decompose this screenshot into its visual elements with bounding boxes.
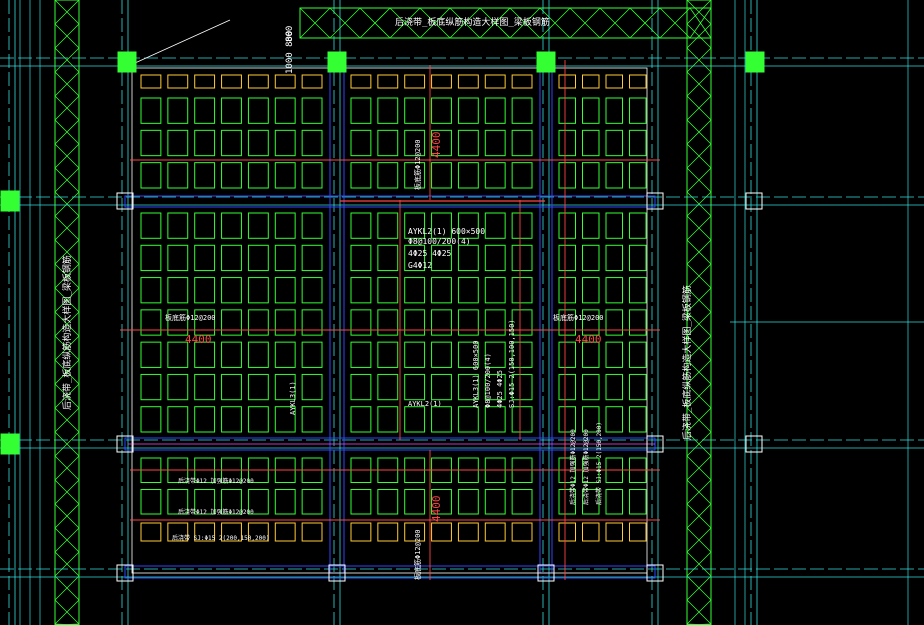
dim-4400-left: 4400 [185,333,212,346]
dim-4400-top: 4400 [430,132,443,159]
note-bottom-2: 后浇带Φ12 加强筋Φ12@200 [178,508,254,516]
slab-note-left: 板底筋Φ12@200 [165,313,216,322]
dim-4400-bottom: 4400 [430,496,443,523]
column[interactable] [117,51,137,73]
slab-note-right: 板底筋Φ12@200 [553,313,604,322]
note-bottom-3: 后浇带 SJ:Φ15 2(200,150,200) [172,534,269,542]
cad-drawing-canvas[interactable]: 后浇带_板底纵筋构造大样图_梁板钢筋 800 1000 800 后浇带_板底纵筋… [0,0,924,625]
beam-v-3: Φ8@100/200(4) [484,353,492,408]
note-right-2: 后浇带Φ12 加强筋Φ12@200 [582,429,590,505]
column[interactable] [327,51,347,73]
slab-note-top: 板底筋Φ12@200 [413,139,422,190]
column[interactable] [0,433,20,455]
top-band-label: 后浇带_板底纵筋构造大样图_梁板钢筋 [395,16,550,28]
beam-mid-label: AYKL2(1) [408,400,442,408]
beam-v-1: AYKL3(1) [289,381,297,415]
note-right-3: 后浇带 SJ:Φ15 2(150,200) [595,422,603,505]
note-right-1: 后浇带Φ12 加强筋Φ12@200 [569,429,577,505]
dim-4400-right: 4400 [575,333,602,346]
beam-v-2: AYKL3(1) 600×500 [472,341,480,408]
beam-note-4: G4Φ12 [408,261,432,270]
beam-note-2: Φ8@100/200(4) [408,237,471,246]
beam-v-4: 4Φ25 4Φ25 [496,370,504,408]
slab-note-bottom: 板底筋Φ12@200 [413,529,422,580]
column[interactable] [0,190,20,212]
column[interactable] [536,51,556,73]
beam-note-1: AYKL2(1) 600×500 [408,227,485,236]
canvas-background [0,0,924,625]
left-band-label: 后浇带_板底纵筋构造大样图_梁板钢筋 [61,255,73,410]
right-band-label: 后浇带_板底纵筋构造大样图_梁板钢筋 [681,285,693,440]
dimension-1000-800: 1000 800 [285,31,295,74]
note-bottom-1: 后浇带Φ12 加强筋Φ12@200 [178,477,254,485]
beam-v-5: SJ:Φ15 2(150,100,150) [508,319,516,408]
column[interactable] [745,51,765,73]
beam-note-3: 4Φ25 4Φ25 [408,249,452,258]
